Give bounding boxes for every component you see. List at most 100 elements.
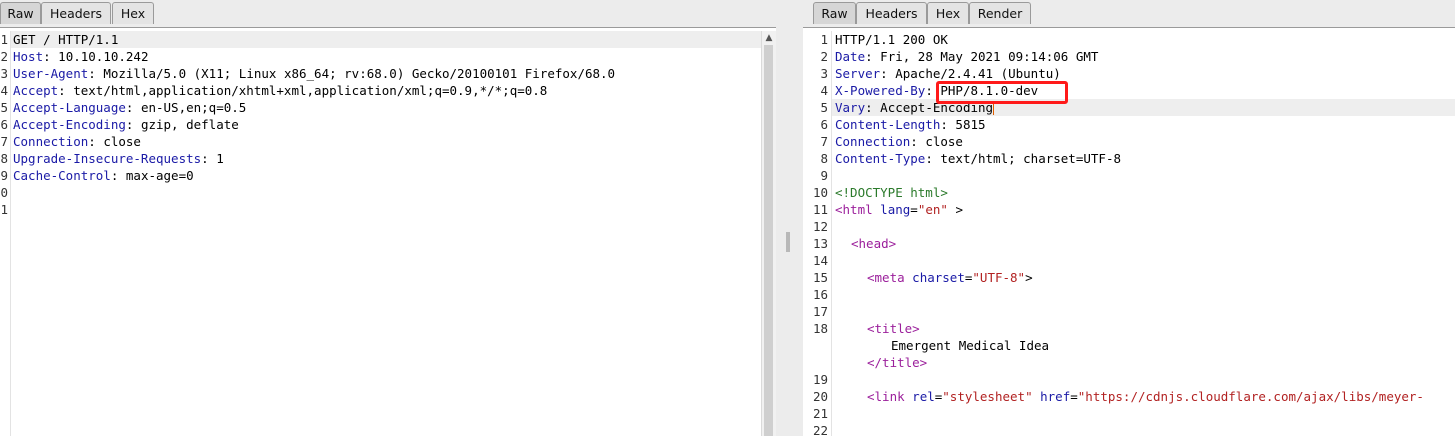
header-value: 5815 <box>955 117 986 132</box>
header-key: X-Powered-By <box>835 83 926 98</box>
line-number: 4 <box>820 83 828 98</box>
line-number: 16 <box>812 287 828 302</box>
header-sep: : <box>201 151 217 166</box>
line-number: 15 <box>812 270 828 285</box>
line-number: 12 <box>812 219 828 234</box>
line-number: 8 <box>820 151 828 166</box>
html-open-tag: <html lang="en" > <box>835 202 963 217</box>
response-header: Vary: Accept-Encoding <box>832 99 1455 116</box>
line-number: 0 <box>0 185 8 200</box>
header-key: Content-Length <box>835 117 941 132</box>
request-scrollbar[interactable]: ▲ <box>761 31 776 436</box>
header-sep: : <box>865 100 881 115</box>
line-number: 14 <box>812 253 828 268</box>
line-number: 19 <box>812 372 828 387</box>
attr-value: "UTF-8" <box>972 270 1026 285</box>
response-header: Server: Apache/2.4.41 (Ubuntu) <box>835 65 1061 82</box>
status-line: HTTP/1.1 200 OK <box>835 32 948 47</box>
request-header: Connection: close <box>13 133 141 150</box>
attr-name: charset <box>912 270 965 285</box>
header-sep: : <box>88 66 104 81</box>
highlight-box <box>936 81 1068 104</box>
line-number: 21 <box>812 406 828 421</box>
header-value: close <box>103 134 141 149</box>
request-line: GET / HTTP/1.1 <box>11 31 762 48</box>
line-number: 17 <box>812 304 828 319</box>
line-number: 6 <box>0 117 8 132</box>
line-number: 3 <box>0 66 8 81</box>
line-number: 1 <box>0 202 8 217</box>
response-tab-raw[interactable]: Raw <box>813 2 856 24</box>
header-key: Accept-Language <box>13 100 126 115</box>
response-header: Content-Length: 5815 <box>835 116 986 133</box>
header-value: text/html,application/xhtml+xml,applicat… <box>73 83 548 98</box>
request-header: Accept: text/html,application/xhtml+xml,… <box>13 82 547 99</box>
request-header: Accept-Language: en-US,en;q=0.5 <box>13 99 246 116</box>
response-header: Date: Fri, 28 May 2021 09:14:06 GMT <box>835 48 1098 65</box>
line-number: 4 <box>0 83 8 98</box>
header-key: Accept-Encoding <box>13 117 126 132</box>
header-sep: : <box>43 49 59 64</box>
line-number: 7 <box>0 134 8 149</box>
response-tab-render[interactable]: Render <box>969 2 1031 24</box>
header-sep: : <box>925 151 941 166</box>
response-editor[interactable]: 1 2 3 4 5 6 7 8 9 10 11 12 13 14 15 16 1… <box>803 31 1455 436</box>
response-tab-headers[interactable]: Headers <box>856 2 927 24</box>
request-header: Upgrade-Insecure-Requests: 1 <box>13 150 224 167</box>
line-number: 6 <box>820 117 828 132</box>
request-header: Cache-Control: max-age=0 <box>13 167 194 184</box>
line-number: 3 <box>820 66 828 81</box>
header-value: Fri, 28 May 2021 09:14:06 GMT <box>880 49 1099 64</box>
request-tab-bar: Raw Headers Hex <box>0 0 776 28</box>
header-key: Accept <box>13 83 59 98</box>
response-tab-hex[interactable]: Hex <box>927 2 969 24</box>
link-tag: <link rel="stylesheet" href="https://cdn… <box>867 389 1424 404</box>
attr-value: "stylesheet" <box>942 389 1033 404</box>
tag-close: > <box>947 202 963 217</box>
attr-value: "https://cdnjs.cloudflare.com/ajax/libs/… <box>1077 389 1424 404</box>
header-value: Apache/2.4.41 (Ubuntu) <box>895 66 1061 81</box>
tag-name: <link <box>867 389 905 404</box>
tag-name: <meta <box>867 270 905 285</box>
request-tab-raw[interactable]: Raw <box>0 2 41 24</box>
line-number: 10 <box>812 185 828 200</box>
split-divider[interactable] <box>776 0 803 436</box>
line-number: 22 <box>812 423 828 436</box>
response-tab-bar: Raw Headers Hex Render <box>803 0 1455 28</box>
header-sep: : <box>940 117 956 132</box>
tag-name: <html <box>835 202 873 217</box>
header-value: 1 <box>216 151 224 166</box>
request-tab-hex[interactable]: Hex <box>112 2 154 24</box>
line-number: 20 <box>812 389 828 404</box>
attr-name: rel <box>912 389 935 404</box>
scroll-up-icon[interactable]: ▲ <box>762 31 776 45</box>
header-value: en-US,en;q=0.5 <box>140 100 247 115</box>
meta-tag: <meta charset="UTF-8"> <box>867 270 1033 285</box>
header-key: Upgrade-Insecure-Requests <box>13 151 202 166</box>
line-number: 5 <box>820 100 828 115</box>
title-text: Emergent Medical Idea <box>891 338 1050 353</box>
request-header: User-Agent: Mozilla/5.0 (X11; Linux x86_… <box>13 65 615 82</box>
response-pane: Raw Headers Hex Render 1 2 3 4 5 6 7 8 9… <box>803 0 1455 436</box>
header-sep: : <box>58 83 74 98</box>
scroll-thumb[interactable] <box>764 45 773 436</box>
line-number: 5 <box>0 100 8 115</box>
header-key: Cache-Control <box>13 168 111 183</box>
line-number: 2 <box>0 49 8 64</box>
request-line-text: GET / HTTP/1.1 <box>13 32 119 47</box>
header-sep: : <box>88 134 104 149</box>
response-line-gutter: 1 2 3 4 5 6 7 8 9 10 11 12 13 14 15 16 1… <box>803 31 832 436</box>
line-number: 1 <box>820 32 828 47</box>
request-line-gutter: 1 2 3 4 5 6 7 8 9 0 1 <box>0 31 11 436</box>
tag-close: > <box>1025 270 1033 285</box>
header-key: Vary <box>835 100 866 115</box>
line-number: 11 <box>812 202 828 217</box>
request-editor[interactable]: 1 2 3 4 5 6 7 8 9 0 1 GET / HTTP/1.1 Hos… <box>0 31 776 436</box>
header-sep: : <box>110 168 126 183</box>
header-value: Mozilla/5.0 (X11; Linux x86_64; rv:68.0)… <box>103 66 616 81</box>
request-tab-headers[interactable]: Headers <box>41 2 111 24</box>
header-sep: : <box>865 49 881 64</box>
header-key: Connection <box>13 134 89 149</box>
divider-grip-icon[interactable] <box>786 232 790 252</box>
title-close-tag: </title> <box>867 355 928 370</box>
